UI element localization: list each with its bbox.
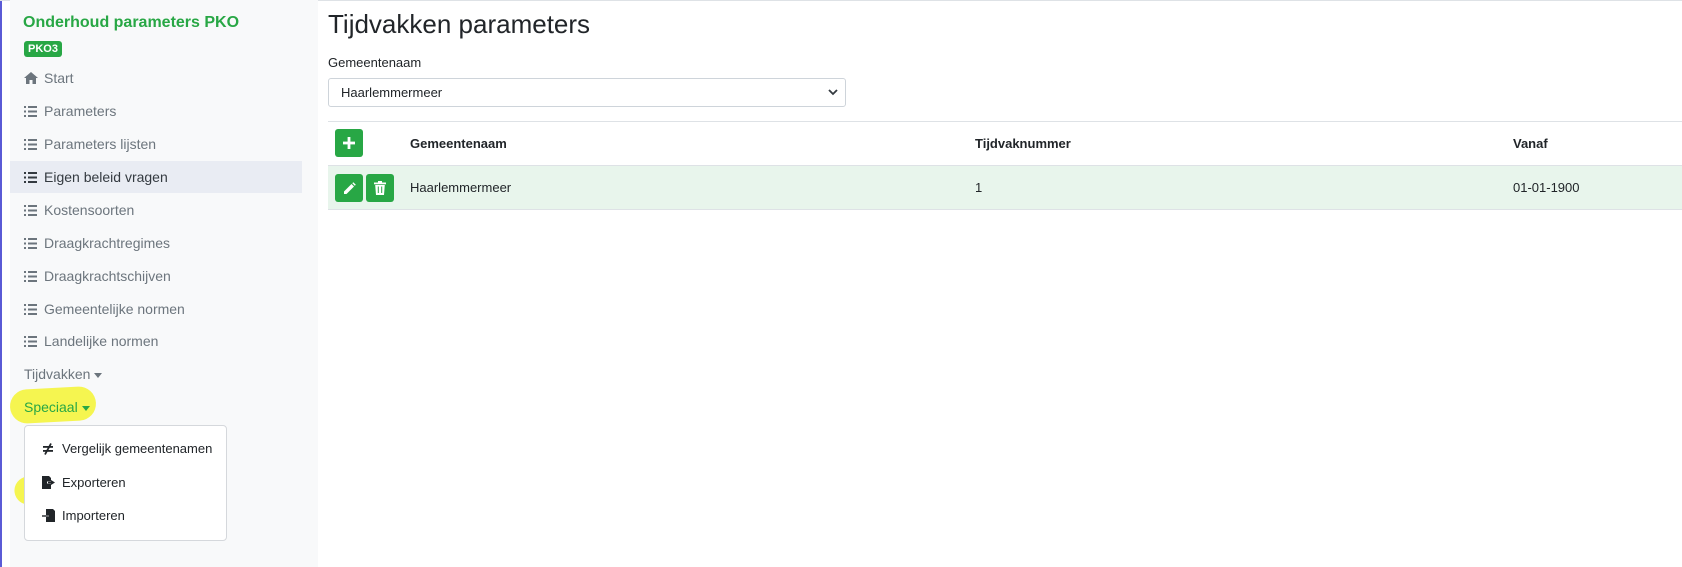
list-icon [24, 270, 40, 282]
window-edge [0, 0, 2, 567]
menu-item-exporteren[interactable]: Exporteren [42, 475, 126, 490]
select-value: Haarlemmermeer [341, 85, 443, 100]
home-icon [24, 72, 40, 84]
pencil-icon [343, 181, 356, 194]
column-header-tijdvaknummer[interactable]: Tijdvaknummer [975, 136, 1071, 151]
table-header: Gemeentenaam Tijdvaknummer Vanaf [328, 121, 1682, 166]
edit-button[interactable] [335, 174, 363, 202]
menu-item-label: Importeren [62, 508, 125, 523]
sidebar-item-label: Parameters [44, 103, 117, 119]
sidebar-item-gemeentelijke-normen[interactable]: Gemeentelijke normen [10, 293, 302, 325]
sidebar-item-label: Landelijke normen [44, 333, 159, 349]
list-icon [24, 138, 40, 150]
sidebar-item-label: Parameters lijsten [44, 136, 157, 152]
main-content: Tijdvakken parameters Gemeentenaam Haarl… [318, 0, 1682, 567]
chevron-down-icon [827, 85, 839, 102]
tijdvakken-label: Tijdvakken [24, 366, 91, 382]
column-header-gemeentenaam[interactable]: Gemeentenaam [410, 136, 507, 151]
speciaal-dropdown-toggle[interactable]: Speciaal [24, 399, 90, 415]
list-icon [24, 204, 40, 216]
list-icon [24, 303, 40, 315]
column-header-vanaf[interactable]: Vanaf [1513, 136, 1548, 151]
page-title: Tijdvakken parameters [328, 9, 591, 39]
file-export-icon [42, 476, 58, 489]
sidebar-item-parameters[interactable]: Parameters [10, 95, 302, 127]
cell-tijdvaknummer: 1 [975, 180, 983, 195]
list-icon [24, 335, 40, 347]
gemeentenaam-select[interactable]: Haarlemmermeer [328, 78, 846, 107]
list-icon [24, 237, 40, 249]
delete-button[interactable] [366, 174, 394, 202]
cell-gemeentenaam: Haarlemmermeer [410, 180, 512, 195]
speciaal-label: Speciaal [24, 399, 78, 415]
sidebar-item-eigen-beleid-vragen[interactable]: Eigen beleid vragen [10, 161, 302, 193]
sidebar-item-label: Kostensoorten [44, 202, 135, 218]
table-row: Haarlemmermeer 1 01-01-1900 [328, 166, 1682, 210]
app-badge: PKO3 [24, 41, 62, 57]
sidebar: Onderhoud parameters PKO PKO3 Start Para… [9, 0, 318, 567]
plus-icon [343, 137, 355, 149]
caret-down-icon [81, 405, 90, 411]
sidebar-item-parameters-lijsten[interactable]: Parameters lijsten [10, 128, 302, 160]
sidebar-item-kostensoorten[interactable]: Kostensoorten [10, 194, 302, 226]
menu-item-importeren[interactable]: Importeren [42, 508, 125, 523]
file-import-icon [42, 509, 58, 522]
gemeentenaam-label: Gemeentenaam [328, 55, 422, 70]
menu-item-vergelijk-gemeentenamen[interactable]: Vergelijk gemeentenamen [42, 441, 212, 456]
sidebar-item-label: Gemeentelijke normen [44, 301, 185, 317]
tijdvakken-dropdown-toggle[interactable]: Tijdvakken [24, 366, 103, 382]
sidebar-item-label: Eigen beleid vragen [44, 169, 168, 185]
menu-item-label: Exporteren [62, 475, 126, 490]
trash-icon [374, 181, 386, 195]
sidebar-item-label: Draagkrachtschijven [44, 268, 171, 284]
sidebar-item-draagkrachtregimes[interactable]: Draagkrachtregimes [10, 227, 302, 259]
not-equal-icon [42, 442, 58, 455]
list-icon [24, 105, 40, 117]
menu-item-label: Vergelijk gemeentenamen [62, 441, 213, 456]
sidebar-item-label: Start [44, 70, 74, 86]
sidebar-item-landelijke-normen[interactable]: Landelijke normen [10, 325, 302, 357]
add-button[interactable] [335, 129, 363, 157]
sidebar-item-draagkrachtschijven[interactable]: Draagkrachtschijven [10, 260, 302, 292]
app-title[interactable]: Onderhoud parameters PKO [23, 14, 239, 32]
list-icon [24, 171, 40, 183]
sidebar-item-start[interactable]: Start [10, 62, 302, 94]
speciaal-dropdown-menu: Vergelijk gemeentenamen Exporteren Impor… [24, 425, 227, 541]
caret-down-icon [94, 372, 103, 378]
sidebar-item-label: Draagkrachtregimes [44, 235, 171, 251]
cell-vanaf: 01-01-1900 [1513, 180, 1580, 195]
